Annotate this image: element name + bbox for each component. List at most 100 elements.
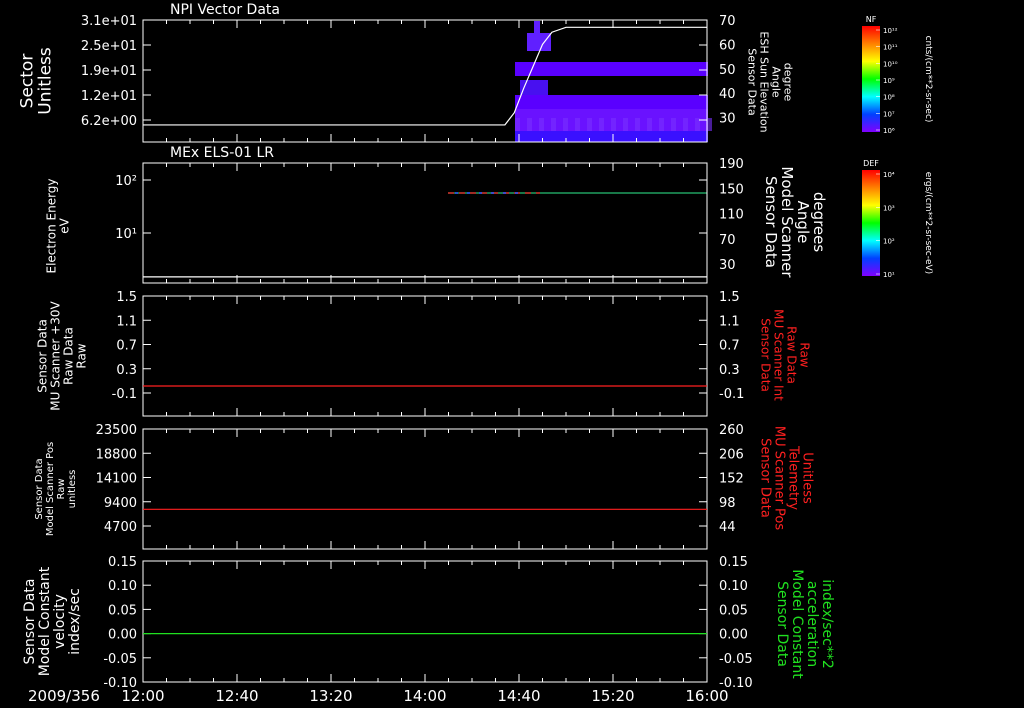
panel-2-ylabel-line: Electron Energy: [45, 178, 59, 273]
panel-5-ylabel-line: Model Constant: [37, 566, 53, 676]
panel-2-title: MEx ELS-01 LR: [170, 145, 274, 161]
heatmap-cell: [515, 118, 520, 131]
y-tick-label: 10¹: [115, 227, 137, 242]
date-label: 2009/356: [28, 687, 100, 705]
panel-3-ylabel: Sensor Data MU Scanner +30V Raw Data Raw: [36, 301, 89, 411]
colorbar-tick-label: 10¹²: [883, 27, 898, 35]
panel-4-y2label-line: Sensor Data: [758, 438, 773, 518]
colorbar-tick-label: 10⁶: [883, 127, 895, 135]
colorbar-nf-label: NF: [866, 15, 877, 24]
panel-2-ylabel: Electron Energy eV: [45, 178, 72, 273]
colorbar-tick-label: 10⁸: [883, 94, 895, 102]
panel-5-y2label-line: acceleration: [804, 581, 820, 667]
y2-tick-label: 0.3: [719, 363, 740, 378]
panel-3-ylabel-line: Raw: [75, 343, 89, 368]
panel-1-ylabel-line: Unitless: [36, 47, 56, 115]
panel-2-y2label: Sensor DataModel ScannerAngledegrees: [762, 166, 828, 278]
panel-5-frame: [142, 560, 708, 683]
y-tick-label: 2.5e+01: [81, 39, 137, 54]
heatmap-cell: [515, 62, 708, 76]
heatmap-cell: [551, 118, 556, 131]
y-tick-label: 1.2e+01: [81, 89, 137, 104]
y2-tick-label: 0.10: [719, 579, 748, 594]
y-tick-label: 0.3: [116, 363, 137, 378]
heatmap-cell: [515, 95, 708, 109]
panel-5-y2label-line: index/sec**2: [819, 579, 835, 669]
heatmap-cell: [647, 118, 652, 131]
y2-tick-label: 30: [719, 258, 736, 273]
panel-2-y2label-line: Model Scanner: [778, 166, 796, 278]
heatmap-cell: [707, 118, 712, 131]
panel-1-y2label-line: ESH Sun Elevation: [757, 31, 770, 132]
colorbar-nf-unit: cnts/(cm**2-sr-sec): [923, 36, 933, 123]
panel-3-y2label-line: Raw Data: [785, 326, 799, 384]
y2-tick-label: 44: [719, 520, 736, 535]
y-tick-label: 10²: [115, 174, 137, 189]
panel-5-ylabel: Sensor Data Model Constant velocityindex/s…: [22, 566, 83, 676]
x-tick-label: 16:00: [685, 687, 728, 705]
panel-1-ylabel: SectorUnitless: [18, 47, 56, 115]
y-tick-label: 18800: [96, 447, 137, 462]
heatmap-cell: [671, 118, 676, 131]
heatmap-cell: [623, 118, 628, 131]
y2-tick-label: -0.1: [719, 387, 744, 402]
colorbar-tick-label: 10²: [883, 238, 895, 246]
panel-5-ylabel-line: Sensor Data: [22, 579, 38, 665]
y2-tick-label: 70: [719, 233, 736, 248]
panel-5-ylabel-line: velocity: [52, 594, 68, 649]
panel-3-y2label: Sensor Data MU Scanner Int Raw Data Raw: [759, 309, 812, 401]
panel-3-frame: [142, 295, 708, 417]
y-tick-label: 1.5: [116, 290, 137, 305]
panel-3-y2label-line: MU Scanner Int: [772, 309, 786, 401]
y-tick-label: 0.7: [116, 339, 137, 354]
y2-tick-label: 30: [719, 112, 736, 127]
panel-3-ylabel-line: Raw Data: [62, 327, 76, 385]
y-tick-label: 9400: [104, 496, 137, 511]
colorbar-tick-label: 10¹: [883, 271, 895, 279]
panel-4-ylabel-line: Sensor Data: [34, 458, 45, 519]
x-tick-label: 14:40: [497, 687, 540, 705]
y-tick-label: 0.05: [108, 603, 137, 618]
colorbar-tick-label: 10¹⁰: [883, 60, 898, 68]
panel-1-y2label-line: degree: [781, 63, 794, 102]
colorbar-def: [862, 170, 880, 276]
y2-tick-label: 60: [719, 38, 736, 53]
heatmap-cell: [659, 118, 664, 131]
y2-tick-label: 150: [719, 182, 744, 197]
panel-4-ylabel-line: Model Scanner Pos: [45, 442, 56, 536]
y-tick-label: 14100: [96, 472, 137, 487]
colorbar-def-label: DEF: [863, 159, 879, 168]
panel-3-y2label-line: Raw: [798, 342, 812, 367]
panel-3-y2label-line: Sensor Data: [759, 318, 773, 392]
x-tick-label: 12:40: [215, 687, 258, 705]
y2-tick-label: 70: [719, 14, 736, 29]
heatmap-cell: [539, 118, 544, 131]
y2-tick-label: 40: [719, 87, 736, 102]
panel-4-ylabel: Sensor Data Model Scanner Pos Raw unitless: [34, 442, 78, 536]
y2-tick-label: 50: [719, 63, 736, 78]
panel-5-y2label-line: Sensor Data: [774, 581, 790, 667]
heatmap-cell: [683, 118, 688, 131]
colorbar-tick-label: 10⁷: [883, 110, 895, 118]
y2-tick-label: 206: [719, 447, 744, 462]
panel-1-ylabel-line: Sector: [18, 54, 38, 109]
panel-1-title: NPI Vector Data: [170, 2, 280, 18]
y2-tick-label: 1.5: [719, 290, 740, 305]
panel-3-ylabel-line: MU Scanner +30V: [49, 301, 63, 411]
y-tick-label: 3.1e+01: [81, 14, 137, 29]
panel-2-y2label-line: degrees: [810, 192, 828, 253]
heatmap-cell: [611, 118, 616, 131]
panel-1-y2label-line: Sensor Data: [745, 48, 758, 115]
panel-5-ylabel-line: index/sec: [67, 588, 83, 655]
heatmap-cell: [527, 118, 532, 131]
y-tick-label: 1.1: [116, 314, 137, 329]
panel-4-ylabel-line: Raw: [56, 478, 67, 499]
colorbar-tick-label: 10³: [883, 204, 895, 212]
panel-5-y2label: Sensor Data Model Constant acceleration ind…: [774, 569, 835, 679]
y-tick-label: 6.2e+00: [81, 114, 137, 129]
colorbar-unit-text: cnts/(cm**2-sr-sec): [923, 36, 933, 123]
plot-canvas: NPI Vector Data 3.1e+01 2.5e+01 1.9e+01 1.2e…: [18, 2, 933, 705]
panel-2-y2label-line: Sensor Data: [762, 176, 780, 268]
y2-tick-label: 98: [719, 496, 736, 511]
panel-4-y2label-line: MU Scanner Pos: [772, 426, 787, 531]
